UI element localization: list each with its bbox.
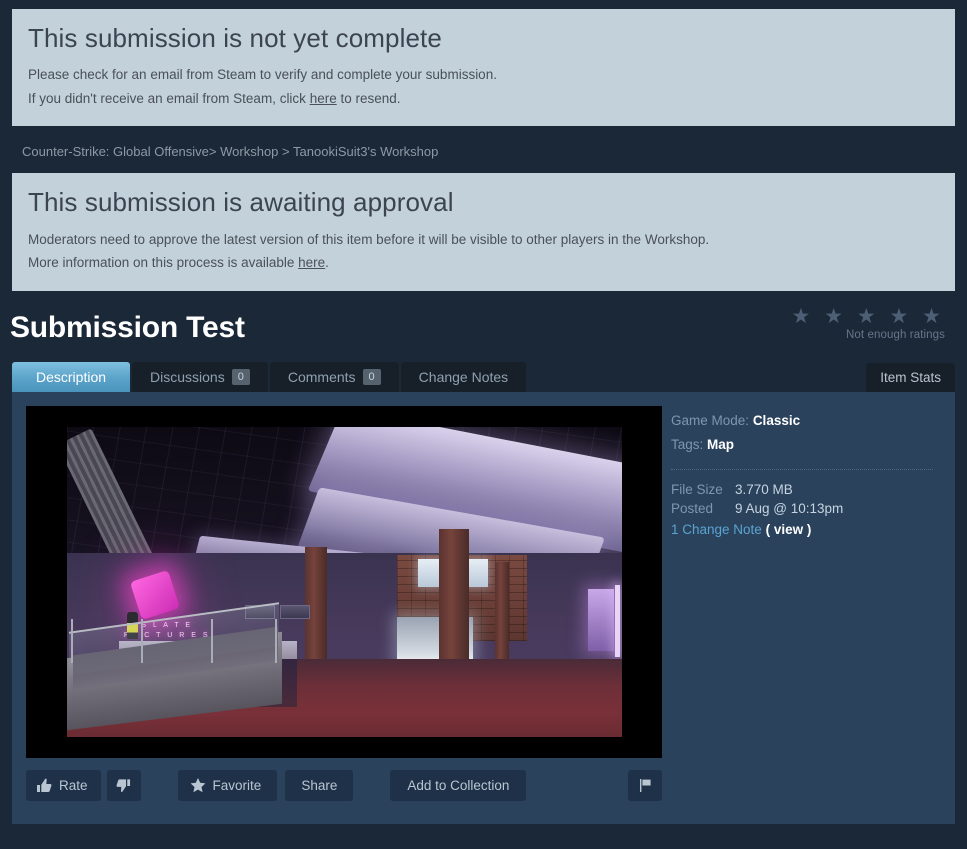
breadcrumb: Counter-Strike: Global Offensive> Worksh… (0, 126, 967, 173)
more-info-link[interactable]: here (298, 255, 325, 270)
game-mode-value: Classic (752, 412, 801, 428)
screenshot-rail-post-2 (140, 618, 143, 663)
screenshot-side-strip (614, 584, 620, 657)
workshop-item-page: This submission is not yet complete Plea… (0, 9, 967, 849)
content-panel: S L A T E P I C T U R E S (12, 391, 955, 824)
notice-heading: This submission is not yet complete (28, 23, 442, 53)
rate-button-label: Rate (59, 777, 88, 793)
tab-description-label: Description (36, 368, 107, 385)
approval-line-2-prefix: More information on this process is avai… (28, 255, 299, 271)
metadata-sidebar: Game Mode: Classic Tags: Map File Size 3… (663, 406, 941, 824)
thumbs-down-button[interactable] (106, 769, 141, 801)
file-size-value: 3.770 MB (735, 481, 793, 497)
posted-row: Posted 9 Aug @ 10:13pm (671, 499, 933, 519)
breadcrumb-user-link[interactable]: TanookiSuit3's Workshop (293, 144, 438, 159)
posted-value: 9 Aug @ 10:13pm (735, 501, 844, 517)
tags-row: Tags: Map (671, 433, 933, 457)
breadcrumb-separator: > (282, 144, 290, 160)
submission-incomplete-notice: This submission is not yet complete Plea… (12, 9, 955, 127)
title-row: Submission Test ★ ★ ★ ★ ★ Not enough rat… (0, 305, 967, 356)
tab-discussions-label: Discussions (150, 368, 225, 385)
approval-line-2-suffix: . (325, 255, 329, 271)
add-to-collection-label: Add to Collection (407, 777, 510, 793)
thumbs-up-icon (36, 778, 52, 793)
screenshot-rail-post-3 (210, 618, 213, 663)
preview-column: S L A T E P I C T U R E S (26, 405, 663, 824)
file-size-row: File Size 3.770 MB (671, 480, 933, 500)
tags-value[interactable]: Map (707, 437, 734, 452)
game-mode-label: Game Mode: (671, 412, 750, 428)
item-stats-button[interactable]: Item Stats (866, 362, 955, 392)
change-note-view-link[interactable]: ( view ) (766, 522, 812, 537)
screenshot-display-2 (279, 604, 310, 619)
flag-icon (638, 778, 653, 793)
favorite-button[interactable]: Favorite (177, 769, 278, 801)
rating-caption: Not enough ratings (846, 328, 945, 341)
add-to-collection-button[interactable]: Add to Collection (390, 769, 527, 801)
notice-line-2: If you didn't receive an email from Stea… (28, 87, 939, 111)
favorite-button-label: Favorite (212, 777, 262, 793)
share-button-label: Share (301, 777, 338, 793)
notice-line-2-suffix: to resend. (336, 90, 401, 106)
tab-comments-label: Comments (287, 368, 356, 385)
screenshot-rail-post-4 (274, 618, 277, 663)
tags-label: Tags: (671, 436, 704, 452)
tab-comments[interactable]: Comments 0 (269, 361, 399, 392)
share-button[interactable]: Share (285, 769, 354, 801)
approval-notice-line-1: Moderators need to approve the latest ve… (28, 231, 710, 247)
star-rating-icon[interactable]: ★ ★ ★ ★ ★ (792, 305, 945, 328)
screenshot-rail-post-1 (70, 618, 73, 663)
file-size-label: File Size (671, 481, 723, 497)
rate-button[interactable]: Rate (26, 769, 101, 801)
change-note-link[interactable]: 1 Change Note (671, 522, 762, 537)
bottom-partial-area (0, 845, 967, 849)
tab-change-notes[interactable]: Change Notes (400, 361, 527, 392)
sidebar-divider (671, 468, 933, 470)
game-screenshot[interactable]: S L A T E P I C T U R E S (66, 426, 622, 737)
action-button-row: Rate Favorite Share Add to Collection (26, 769, 662, 801)
tab-discussions[interactable]: Discussions 0 (132, 361, 268, 392)
approval-notice-line-2: More information on this process is avai… (28, 251, 939, 275)
star-icon (190, 777, 206, 793)
breadcrumb-workshop-link[interactable]: Workshop (220, 144, 278, 159)
thumbs-down-icon (116, 778, 131, 793)
tab-description[interactable]: Description (12, 361, 131, 392)
screenshot-frame[interactable]: S L A T E P I C T U R E S (26, 405, 662, 758)
report-flag-button[interactable] (628, 769, 662, 801)
notice-line-2-prefix: If you didn't receive an email from Stea… (28, 90, 310, 106)
breadcrumb-game-link[interactable]: Counter-Strike: Global Offensive> (22, 144, 217, 159)
approval-notice-heading: This submission is awaiting approval (28, 187, 454, 218)
game-mode-row: Game Mode: Classic (671, 409, 933, 433)
tab-discussions-count: 0 (231, 368, 250, 385)
screenshot-side-glow (587, 588, 614, 651)
resend-email-link[interactable]: here (310, 91, 337, 106)
tab-change-notes-label: Change Notes (418, 368, 509, 385)
tab-bar: Description Discussions 0 Comments 0 Cha… (12, 361, 955, 392)
notice-line-1: Please check for an email from Steam to … (28, 67, 497, 83)
awaiting-approval-notice: This submission is awaiting approval Mod… (12, 173, 955, 291)
change-note-row: 1 Change Note ( view ) (671, 520, 933, 540)
posted-label: Posted (671, 501, 714, 517)
tab-comments-count: 0 (362, 368, 381, 385)
rating-block: ★ ★ ★ ★ ★ Not enough ratings (792, 305, 945, 341)
